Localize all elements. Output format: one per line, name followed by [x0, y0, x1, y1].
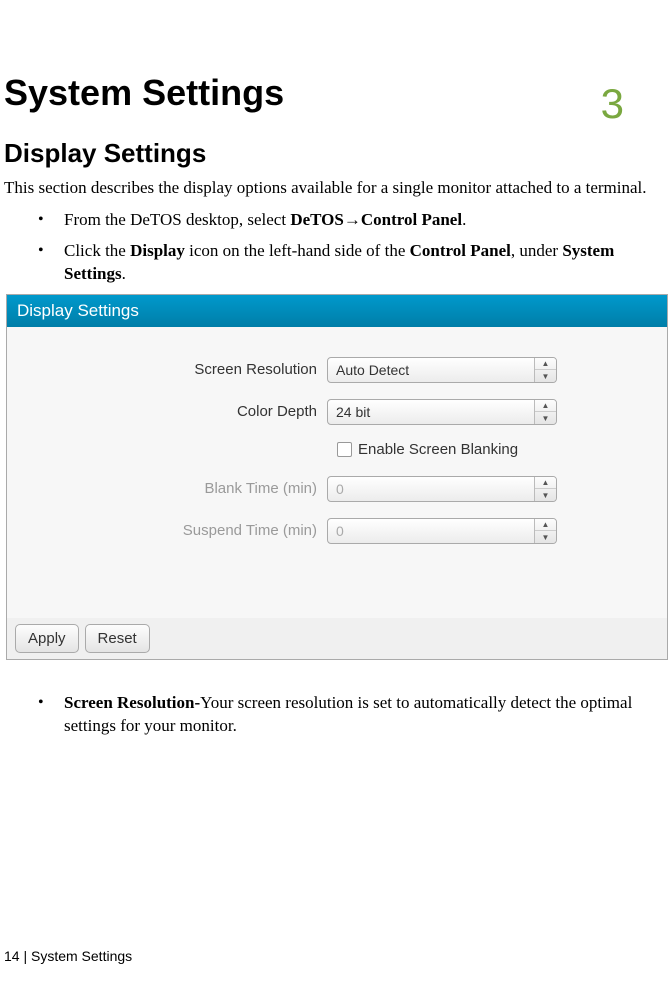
select-value: 24 bit: [328, 404, 534, 420]
chevron-down-icon: ▼: [535, 489, 556, 501]
display-settings-dialog: Display Settings Screen Resolution Auto …: [6, 294, 668, 660]
apply-button[interactable]: Apply: [15, 624, 79, 653]
label-color-depth: Color Depth: [27, 403, 327, 420]
text: .: [462, 210, 466, 229]
row-color-depth: Color Depth 24 bit ▲ ▼: [27, 399, 647, 425]
dialog-titlebar: Display Settings: [7, 295, 667, 327]
text: , under: [511, 241, 562, 260]
stepper-icon[interactable]: ▲ ▼: [534, 358, 556, 382]
select-value: Auto Detect: [328, 362, 534, 378]
spinner-value: 0: [328, 523, 534, 539]
description-list: Screen Resolution-Your screen resolution…: [4, 692, 668, 738]
label-suspend-time: Suspend Time (min): [27, 522, 327, 539]
chevron-up-icon: ▲: [535, 519, 556, 532]
intro-paragraph: This section describes the display optio…: [4, 177, 668, 199]
chevron-down-icon: ▼: [535, 531, 556, 543]
text: From the DeTOS desktop, select: [64, 210, 290, 229]
page-title: System Settings: [4, 72, 668, 114]
chevron-down-icon: ▼: [535, 370, 556, 382]
chevron-up-icon: ▲: [535, 358, 556, 371]
row-screen-resolution: Screen Resolution Auto Detect ▲ ▼: [27, 357, 647, 383]
text: .: [122, 264, 126, 283]
chevron-down-icon: ▼: [535, 412, 556, 424]
chevron-up-icon: ▲: [535, 400, 556, 413]
page-footer: 14 | System Settings: [4, 948, 132, 964]
label-blank-time: Blank Time (min): [27, 480, 327, 497]
spinner-blank-time[interactable]: 0 ▲ ▼: [327, 476, 557, 502]
text: Click the: [64, 241, 130, 260]
spinner-suspend-time[interactable]: 0 ▲ ▼: [327, 518, 557, 544]
row-blank-time: Blank Time (min) 0 ▲ ▼: [27, 476, 647, 502]
text-bold: Display: [130, 241, 185, 260]
section-title: Display Settings: [4, 138, 668, 169]
spinner-value: 0: [328, 481, 534, 497]
dialog-body: Screen Resolution Auto Detect ▲ ▼ Color …: [7, 327, 667, 618]
instruction-item: Click the Display icon on the left-hand …: [42, 240, 668, 286]
select-screen-resolution[interactable]: Auto Detect ▲ ▼: [327, 357, 557, 383]
instruction-list: From the DeTOS desktop, select DeTOS→Con…: [4, 209, 668, 286]
instruction-item: From the DeTOS desktop, select DeTOS→Con…: [42, 209, 668, 232]
checkbox-enable-blanking[interactable]: [337, 442, 352, 457]
stepper-icon[interactable]: ▲ ▼: [534, 477, 556, 501]
label-screen-resolution: Screen Resolution: [27, 361, 327, 378]
stepper-icon[interactable]: ▲ ▼: [534, 400, 556, 424]
chapter-number: 3: [601, 80, 624, 128]
checkbox-label: Enable Screen Blanking: [358, 441, 518, 458]
text-bold: DeTOS→Control Panel: [290, 210, 462, 229]
text-bold: Screen Resolution-: [64, 693, 200, 712]
text: icon on the left-hand side of the: [185, 241, 410, 260]
text-bold: Control Panel: [410, 241, 511, 260]
row-enable-blanking: Enable Screen Blanking: [337, 441, 647, 458]
select-color-depth[interactable]: 24 bit ▲ ▼: [327, 399, 557, 425]
row-suspend-time: Suspend Time (min) 0 ▲ ▼: [27, 518, 647, 544]
dialog-footer: Apply Reset: [7, 618, 667, 659]
reset-button[interactable]: Reset: [85, 624, 150, 653]
chevron-up-icon: ▲: [535, 477, 556, 490]
description-item: Screen Resolution-Your screen resolution…: [42, 692, 668, 738]
stepper-icon[interactable]: ▲ ▼: [534, 519, 556, 543]
